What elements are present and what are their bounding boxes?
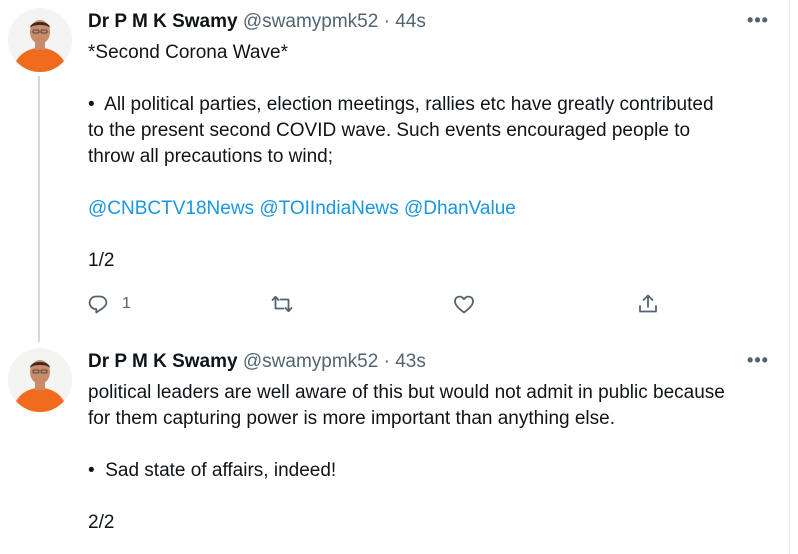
separator: · [383, 351, 390, 372]
separator: · [383, 11, 390, 32]
author-name[interactable]: Dr P M K Swamy [88, 11, 238, 32]
mention-cnbctv18news[interactable]: @CNBCTV18News [88, 198, 254, 219]
tweet-header: Dr P M K Swamy @swamypmk52 · 44s [88, 10, 426, 34]
thread-counter: 2/2 [88, 512, 115, 533]
thread-connector [38, 76, 40, 342]
avatar-image [8, 8, 72, 72]
reply-icon [88, 295, 108, 314]
like-button[interactable] [452, 290, 476, 318]
tweet-text: *Second Corona Wave* • All political par… [88, 40, 778, 274]
reply-button[interactable]: 1 [86, 290, 131, 318]
tweet-text: political leaders are well aware of this… [88, 380, 778, 536]
tweet-actions: 1 [86, 290, 686, 318]
tweet-line: • All political parties, election meetin… [88, 94, 714, 115]
tweet-line: • Sad state of affairs, indeed! [88, 460, 337, 481]
avatar-image [8, 348, 72, 412]
avatar[interactable] [8, 8, 72, 72]
more-options-icon[interactable]: ••• [744, 10, 772, 34]
tweet-line: to the present second COVID wave. Such e… [88, 120, 691, 141]
author-handle[interactable]: @swamypmk52 [243, 351, 378, 372]
tweet-line [88, 66, 778, 92]
tweet-line: for them capturing power is more importa… [88, 408, 615, 429]
retweet-button[interactable] [270, 290, 294, 318]
tweet-line: *Second Corona Wave* [88, 42, 288, 63]
timestamp[interactable]: 43s [395, 351, 426, 372]
more-options-icon[interactable]: ••• [744, 350, 772, 374]
tweet-line [88, 170, 778, 196]
tweet-header: Dr P M K Swamy @swamypmk52 · 43s [88, 350, 426, 374]
timestamp[interactable]: 44s [395, 11, 426, 32]
tweet-line [88, 432, 778, 458]
tweet-line: throw all precautions to wind; [88, 146, 334, 167]
thread-counter: 1/2 [88, 250, 115, 271]
mention-toiindianews[interactable]: @TOIIndiaNews [259, 198, 398, 219]
tweet-line: political leaders are well aware of this… [88, 382, 725, 403]
tweet-line [88, 484, 778, 510]
heart-icon [454, 295, 474, 314]
share-icon [639, 294, 657, 313]
reply-count: 1 [122, 295, 131, 312]
share-button[interactable] [636, 290, 660, 318]
author-name[interactable]: Dr P M K Swamy [88, 351, 238, 372]
tweet-1[interactable]: Dr P M K Swamy @swamypmk52 · 44s ••• *Se… [0, 0, 789, 342]
tweet-line [88, 222, 778, 248]
mention-dhanvalue[interactable]: @DhanValue [404, 198, 516, 219]
avatar[interactable] [8, 348, 72, 412]
mentions-row: @CNBCTV18News @TOIIndiaNews @DhanValue [88, 196, 778, 222]
tweet-2[interactable]: Dr P M K Swamy @swamypmk52 · 43s ••• pol… [0, 340, 789, 554]
retweet-icon [271, 295, 293, 313]
timeline-border [789, 0, 790, 554]
author-handle[interactable]: @swamypmk52 [243, 11, 378, 32]
